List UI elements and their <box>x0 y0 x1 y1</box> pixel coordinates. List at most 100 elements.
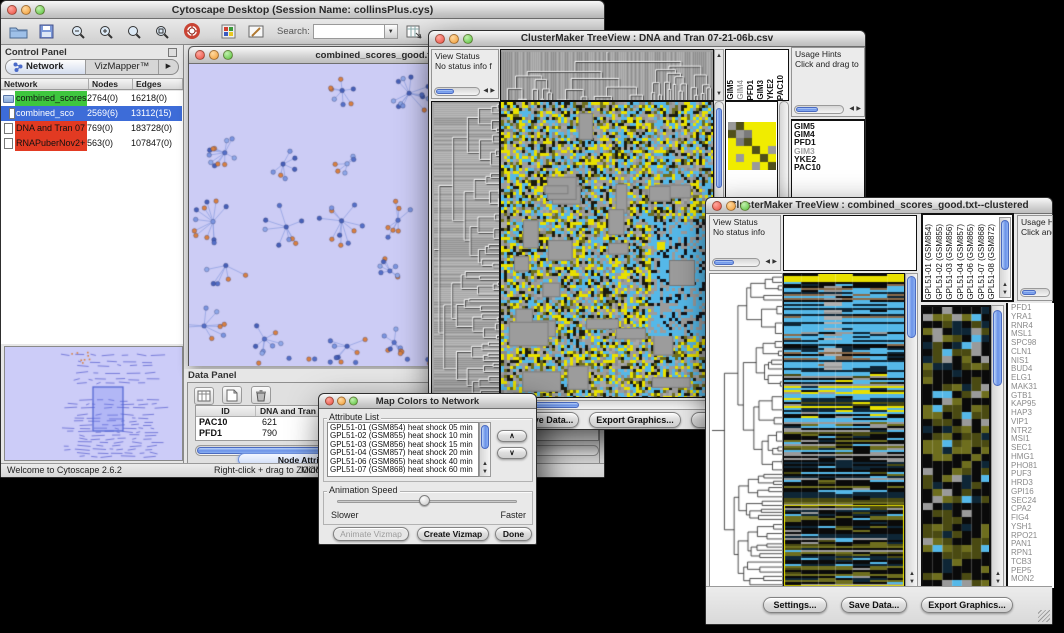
scrollbar-thumb[interactable] <box>907 276 916 338</box>
save-session-button[interactable] <box>35 22 57 42</box>
main-titlebar[interactable]: Cytoscape Desktop (Session Name: collins… <box>1 1 604 19</box>
zoom-button[interactable] <box>35 5 45 15</box>
network-overview-panel[interactable] <box>4 346 183 461</box>
export-graphics-button[interactable]: Export Graphics... <box>589 412 681 428</box>
similarity-matrix-canvas[interactable] <box>728 122 776 170</box>
tab-network[interactable]: Network <box>6 60 86 74</box>
minimize-button[interactable] <box>21 5 31 15</box>
gene-label[interactable]: MON2 <box>1011 575 1054 584</box>
scrollbar-thumb[interactable] <box>1022 290 1036 295</box>
select-attributes-icon[interactable] <box>194 387 214 405</box>
scroll-down-arrow[interactable]: ▼ <box>909 579 915 585</box>
attribute-item[interactable]: GPL51-07 (GSM868) heat shock 60 min <box>330 466 476 474</box>
scroll-down-arrow[interactable]: ▼ <box>1002 290 1008 296</box>
slider-thumb[interactable] <box>419 495 430 506</box>
minimize-button[interactable] <box>726 201 736 211</box>
vizmapper-grid-icon[interactable] <box>217 22 239 42</box>
scrollbar-thumb[interactable] <box>1001 220 1009 270</box>
resize-grip[interactable] <box>1038 610 1050 622</box>
tab-vizmapper[interactable]: VizMapper™ <box>86 60 159 74</box>
heatmap-view[interactable] <box>783 273 905 588</box>
attribute-list-scrollbar[interactable]: ▲ ▼ <box>479 422 491 477</box>
gene-label[interactable]: PAC10 <box>794 163 864 171</box>
column-labels-scrollbar[interactable]: ▲ ▼ <box>999 217 1011 298</box>
scroll-left-arrow[interactable]: ◀ <box>849 106 854 112</box>
scroll-right-arrow[interactable]: ▶ <box>856 106 861 112</box>
done-button[interactable]: Done <box>495 527 532 541</box>
row-dendrogram-canvas[interactable] <box>432 102 500 397</box>
network-row-combined-sco-selected[interactable]: combined_sco 2569(6) 13112(15) <box>1 106 182 121</box>
scroll-up-arrow[interactable]: ▲ <box>909 571 915 577</box>
network-overview-canvas[interactable] <box>5 347 182 460</box>
create-vizmap-button[interactable]: Create Vizmap <box>417 527 489 541</box>
close-button[interactable] <box>435 34 445 44</box>
scroll-left-arrow[interactable]: ◀ <box>483 88 488 94</box>
treeview-combined-window[interactable]: ClusterMaker TreeView : combined_scores_… <box>705 197 1053 625</box>
save-data-button[interactable]: Save Data... <box>841 597 907 613</box>
heatmap-vscrollbar[interactable]: ▲ ▼ <box>905 273 918 588</box>
zoom-fit-icon[interactable] <box>123 22 145 42</box>
zoom-in-icon[interactable] <box>95 22 117 42</box>
scroll-up-arrow[interactable]: ▲ <box>716 53 722 59</box>
scroll-up-arrow[interactable]: ▲ <box>995 571 1001 577</box>
heatmap-view[interactable] <box>500 101 714 398</box>
move-up-button[interactable]: ∧ <box>497 430 527 442</box>
scroll-right-arrow[interactable]: ▶ <box>490 88 495 94</box>
tv2-gene-list[interactable]: PFD1YRA1RNR4MSL1SPC98CLN1NIS1BUD4ELG1MAK… <box>1006 303 1054 588</box>
minimize-button[interactable] <box>209 50 219 60</box>
map-colors-dialog[interactable]: Map Colors to Network Attribute List GPL… <box>318 393 537 545</box>
row-dendrogram[interactable] <box>431 101 500 398</box>
mini-scroll-strip[interactable]: ▲ ▼ <box>714 49 724 101</box>
usage-hints-scrollbar[interactable] <box>794 105 844 114</box>
search-dropdown-arrow[interactable]: ▼ <box>385 24 398 39</box>
move-down-button[interactable]: ∨ <box>497 447 527 459</box>
scrollbar-thumb[interactable] <box>481 425 489 449</box>
column-dendrogram[interactable] <box>500 49 714 101</box>
treeview2-titlebar[interactable]: ClusterMaker TreeView : combined_scores_… <box>706 198 1052 214</box>
minimize-button[interactable] <box>449 34 459 44</box>
close-button[interactable] <box>7 5 17 15</box>
annotation-icon[interactable] <box>245 22 267 42</box>
open-session-button[interactable] <box>7 22 29 42</box>
scrollbar-thumb[interactable] <box>993 310 1002 386</box>
global-pixel-canvas[interactable] <box>923 307 991 588</box>
network-row-dna-tran[interactable]: DNA and Tran 07 769(0) 183728(0) <box>1 121 182 136</box>
network-row-combined-scores[interactable]: combined_scores 2764(0) 16218(0) <box>1 91 182 106</box>
export-graphics-button[interactable]: Export Graphics... <box>921 597 1013 613</box>
float-panel-icon[interactable] <box>168 48 177 57</box>
global-pixel-view[interactable] <box>921 305 991 588</box>
close-button[interactable] <box>712 201 722 211</box>
network-row-rnapuber[interactable]: RNAPuberNov2+ 563(0) 107847(0) <box>1 136 182 151</box>
new-attribute-icon[interactable] <box>222 386 242 404</box>
column-dendrogram-canvas[interactable] <box>501 50 713 100</box>
pixel-view-scrollbar[interactable]: ▲ ▼ <box>991 305 1004 588</box>
scrollbar-thumb[interactable] <box>436 89 454 94</box>
close-button[interactable] <box>195 50 205 60</box>
row-dendrogram-canvas[interactable] <box>710 274 782 587</box>
scroll-down-arrow[interactable]: ▼ <box>716 91 722 97</box>
zoom-button[interactable] <box>349 397 358 406</box>
zoom-out-icon[interactable] <box>67 22 89 42</box>
scrollbar-thumb[interactable] <box>796 107 818 112</box>
help-lifering-icon[interactable] <box>181 22 203 42</box>
zoom-button[interactable] <box>223 50 233 60</box>
minimize-button[interactable] <box>337 397 346 406</box>
zoom-selected-icon[interactable] <box>151 22 173 42</box>
row-dendrogram[interactable] <box>709 273 783 588</box>
view-status-scrollbar[interactable] <box>712 258 760 267</box>
zoom-button[interactable] <box>740 201 750 211</box>
treeview1-titlebar[interactable]: ClusterMaker TreeView : DNA and Tran 07-… <box>429 31 865 47</box>
scroll-up-arrow[interactable]: ▲ <box>1002 282 1008 288</box>
delete-attribute-icon[interactable] <box>251 386 271 404</box>
usage-hints-scrollbar[interactable] <box>1020 288 1050 297</box>
scroll-down-arrow[interactable]: ▼ <box>482 469 488 475</box>
scrollbar-thumb[interactable] <box>714 260 734 265</box>
col-header-id[interactable]: ID <box>196 406 256 416</box>
dialog-titlebar[interactable]: Map Colors to Network <box>319 394 536 409</box>
scroll-right-arrow[interactable]: ▶ <box>772 259 777 265</box>
close-button[interactable] <box>325 397 334 406</box>
view-status-scrollbar[interactable] <box>434 87 480 96</box>
tab-overflow-arrow[interactable]: ▶ <box>159 60 178 74</box>
column-tree-area[interactable] <box>783 215 917 271</box>
table-import-icon[interactable] <box>404 22 426 42</box>
